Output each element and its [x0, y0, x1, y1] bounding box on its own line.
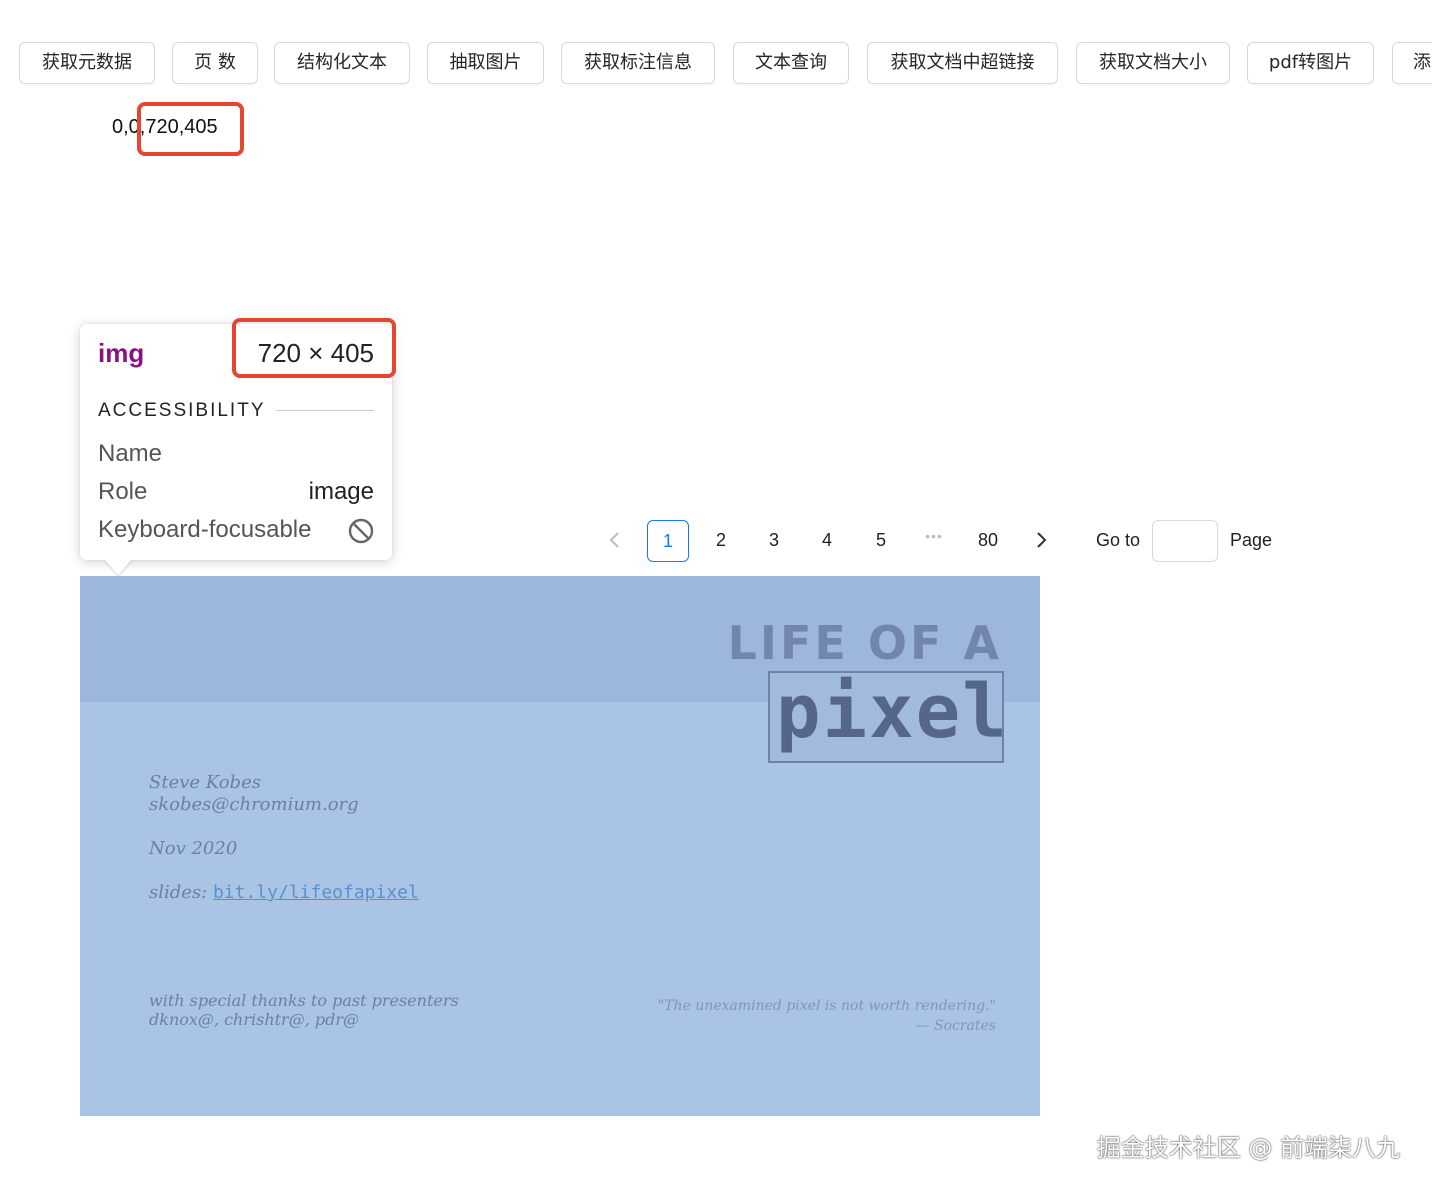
- slide-pixel-word: pixel: [776, 669, 1009, 755]
- dimensions-highlight-box: [232, 318, 396, 378]
- slide-email: skobes@chromium.org: [149, 794, 359, 815]
- not-allowed-icon: [348, 518, 374, 544]
- pagination-ellipsis[interactable]: •••: [914, 528, 954, 544]
- tooltip-tag-name: img: [98, 338, 145, 368]
- page-4-button[interactable]: 4: [812, 530, 842, 551]
- extract-images-button[interactable]: 抽取图片: [427, 42, 544, 84]
- slide-image: LIFE OF A pixel Steve Kobes skobes@chrom…: [80, 576, 1040, 1116]
- slide-thanks: with special thanks to past presenters: [149, 991, 459, 1010]
- page-5-button[interactable]: 5: [866, 530, 896, 551]
- slide-quote: "The unexamined pixel is not worth rende…: [657, 998, 996, 1014]
- slide-slides-label: slides:: [149, 882, 208, 903]
- slide-thanks-names: dknox@, chrishtr@, pdr@: [149, 1010, 359, 1029]
- tooltip-divider: [276, 410, 374, 411]
- chevron-left-icon: [609, 532, 619, 548]
- tooltip-role-label: Role: [98, 478, 148, 505]
- tooltip-focus-label: Keyboard-focusable: [98, 516, 312, 543]
- slide-heading: LIFE OF A: [727, 616, 1002, 670]
- toolbar: 获取元数据 页 数 结构化文本 抽取图片 获取标注信息 文本查询 获取文档中超链…: [0, 42, 1432, 86]
- slide-quote-author: — Socrates: [915, 1018, 996, 1034]
- get-metadata-button[interactable]: 获取元数据: [19, 42, 155, 84]
- get-annotations-button[interactable]: 获取标注信息: [561, 42, 715, 84]
- add-button[interactable]: 添: [1392, 42, 1432, 84]
- tooltip-section-title: ACCESSIBILITY: [98, 400, 266, 421]
- watermark: 掘金技术社区 @ 前端柒八九: [1096, 1134, 1400, 1162]
- pdf-to-image-button[interactable]: pdf转图片: [1247, 42, 1374, 84]
- page-2-button[interactable]: 2: [706, 530, 736, 551]
- page-last-button[interactable]: 80: [970, 530, 1006, 551]
- get-doc-size-button[interactable]: 获取文档大小: [1076, 42, 1230, 84]
- tooltip-name-label: Name: [98, 440, 163, 467]
- page-3-button[interactable]: 3: [759, 530, 789, 551]
- text-search-button[interactable]: 文本查询: [733, 42, 849, 84]
- goto-page-input[interactable]: [1152, 520, 1218, 562]
- page-count-button[interactable]: 页 数: [172, 42, 258, 84]
- structured-text-button[interactable]: 结构化文本: [274, 42, 410, 84]
- next-page-button[interactable]: [1026, 530, 1056, 555]
- tooltip-row-focusable: Keyboard-focusable: [98, 516, 374, 548]
- slide-author: Steve Kobes: [149, 772, 261, 793]
- slide-link[interactable]: bit.ly/lifeofapixel: [213, 882, 419, 903]
- page-label: Page: [1229, 530, 1273, 550]
- page-1-button[interactable]: 1: [647, 520, 689, 562]
- goto-label: Go to: [1095, 530, 1141, 550]
- slide-date: Nov 2020: [149, 838, 238, 859]
- tooltip-arrow: [104, 559, 132, 575]
- chevron-right-icon: [1037, 532, 1047, 548]
- slide-slides-line: slides: bit.ly/lifeofapixel: [149, 882, 419, 903]
- prev-page-button[interactable]: [600, 530, 630, 555]
- coords-highlight-box: [137, 102, 244, 156]
- tooltip-row-name: Name: [98, 440, 374, 472]
- tooltip-role-value: image: [308, 478, 374, 505]
- slide-pixel-box: pixel: [768, 669, 1007, 763]
- get-links-button[interactable]: 获取文档中超链接: [867, 42, 1058, 84]
- tooltip-row-role: Role image: [98, 478, 374, 510]
